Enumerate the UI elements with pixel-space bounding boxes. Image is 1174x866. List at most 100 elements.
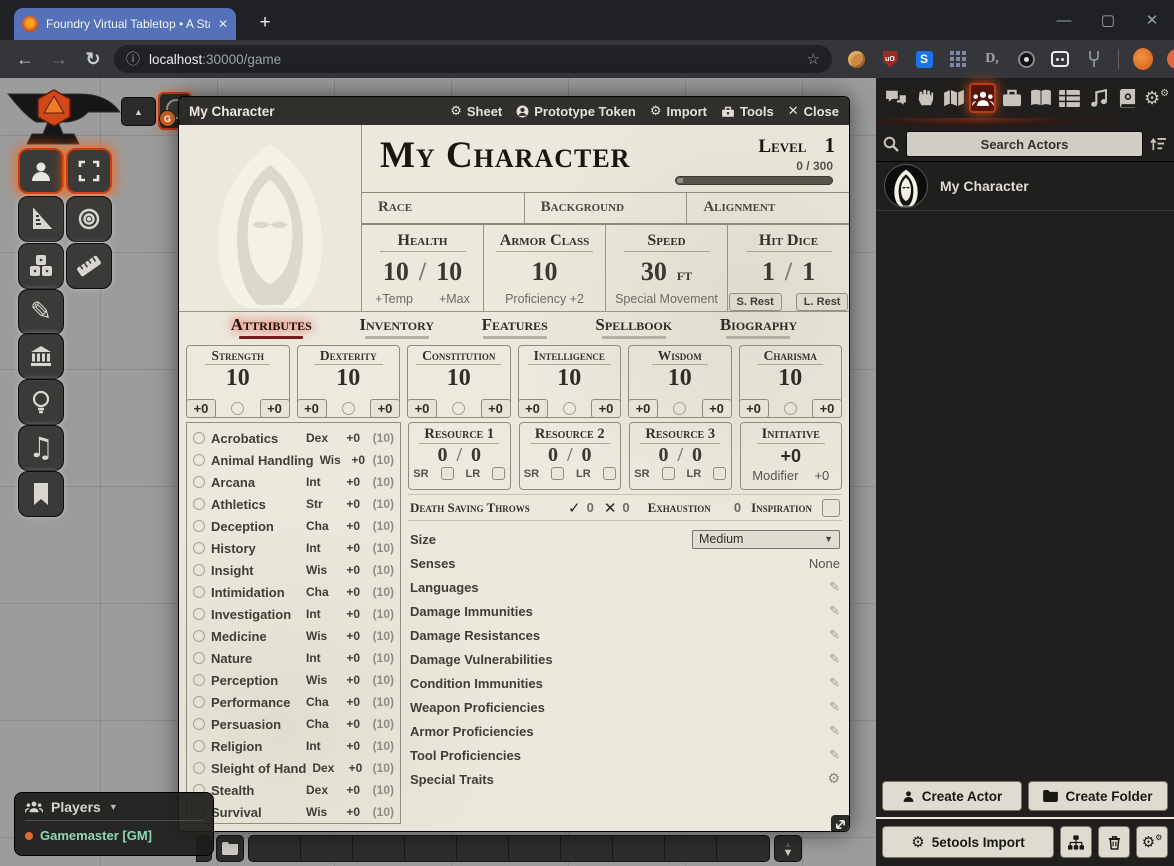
create-folder-button[interactable]: Create Folder [1028,781,1168,811]
skill-proficiency-radio[interactable] [193,564,205,576]
wall-controls-button[interactable] [18,333,64,379]
window-resize-handle[interactable] [831,815,849,832]
skill-proficiency-radio[interactable] [193,696,205,708]
resource-max[interactable]: 0 [692,444,702,466]
ability-name[interactable]: Wisdom [652,348,708,365]
skill-row[interactable]: History Int +0 (10) [193,537,394,559]
level-display[interactable]: Level1 [675,133,835,158]
save-proficiency-radio[interactable] [673,402,686,415]
save-proficiency-radio[interactable] [784,402,797,415]
select-tool-button[interactable] [66,148,112,194]
ability-save[interactable]: +0 [702,399,732,418]
skill-proficiency-radio[interactable] [193,432,205,444]
fork-extension-icon[interactable] [1084,49,1104,69]
alignment-field[interactable]: Alignment [687,193,849,223]
edit-icon[interactable]: ✎ [829,652,840,667]
resource-label[interactable]: Resource 2 [530,426,610,444]
sidebar-tab-journal[interactable] [1027,83,1054,113]
macro-folder-button[interactable] [216,835,244,862]
skill-row[interactable]: Survival Wis +0 (10) [193,801,394,823]
ability-modifier[interactable]: +0 [739,399,769,418]
hd-current[interactable]: 1 [762,257,775,287]
skill-proficiency-radio[interactable] [193,586,205,598]
death-failure-count[interactable]: 0 [622,500,629,515]
settings-button[interactable]: ⚙⚙ [1136,826,1168,858]
background-field[interactable]: Background [525,193,688,223]
lighting-controls-button[interactable] [18,379,64,425]
resource-label[interactable]: Resource 3 [640,426,720,444]
ability-name[interactable]: Dexterity [314,348,383,365]
macro-slot[interactable] [353,836,405,861]
measure-controls-button[interactable] [18,196,64,242]
skill-proficiency-radio[interactable] [193,542,205,554]
prototype-token-button[interactable]: Prototype Token [516,104,636,119]
ability-name[interactable]: Charisma [758,348,823,365]
skill-proficiency-radio[interactable] [193,520,205,532]
edit-icon[interactable]: ✎ [829,676,840,691]
skill-proficiency-radio[interactable] [193,740,205,752]
hotbar-page-control[interactable]: ▲ ▼ [774,835,802,862]
hp-temp-label[interactable]: +Temp [375,292,413,306]
skill-row[interactable]: Performance Cha +0 (10) [193,691,394,713]
window-titlebar[interactable]: My Character ⚙Sheet Prototype Token ⚙Imp… [179,97,849,125]
back-button[interactable]: ← [8,49,42,70]
ability-modifier[interactable]: +0 [297,399,327,418]
resource-value[interactable]: 0 [548,444,558,466]
edit-icon[interactable]: ✎ [829,748,840,763]
close-window-button[interactable]: ✕Close [788,104,839,119]
ability-save[interactable]: +0 [260,399,290,418]
death-success-count[interactable]: 0 [587,500,594,515]
macro-slot[interactable] [509,836,561,861]
ability-name[interactable]: Strength [205,348,270,365]
sort-icon[interactable] [1150,137,1167,152]
skill-proficiency-radio[interactable] [193,476,205,488]
resource-label[interactable]: Resource 1 [419,426,499,444]
edit-icon[interactable]: ✎ [829,700,840,715]
resource-max[interactable]: 0 [582,444,592,466]
macro-slot[interactable] [249,836,301,861]
edit-icon[interactable]: ✎ [829,724,840,739]
token-controls-button[interactable] [18,148,64,194]
sidebar-tab-tables[interactable] [1056,83,1083,113]
sidebar-tab-settings[interactable]: ⚙⚙ [1143,83,1170,113]
long-rest-button[interactable]: L. Rest [796,293,849,311]
forward-button[interactable]: → [42,49,76,70]
new-tab-button[interactable]: + [252,10,278,36]
macro-slot[interactable] [717,836,769,861]
macro-slots[interactable] [248,835,770,862]
browser-menu-icon[interactable]: ▲ [1167,49,1174,69]
darkreader-extension-icon[interactable]: D, [982,49,1002,69]
ability-modifier[interactable]: +0 [518,399,548,418]
ability-score[interactable]: 10 [668,365,692,391]
skill-row[interactable]: Religion Int +0 (10) [193,735,394,757]
ac-value[interactable]: 10 [532,257,558,287]
skill-proficiency-radio[interactable] [193,652,205,664]
macro-slot[interactable] [301,836,353,861]
ability-score[interactable]: 10 [778,365,802,391]
ability-save[interactable]: +0 [591,399,621,418]
tab-close-icon[interactable]: ✕ [218,17,228,31]
reload-button[interactable]: ↻ [76,49,110,70]
skill-row[interactable]: Intimidation Cha +0 (10) [193,581,394,603]
sound-controls-button[interactable]: ♫ [18,425,64,471]
window-minimize-button[interactable]: — [1042,0,1086,40]
character-portrait[interactable] [179,125,362,311]
skill-proficiency-radio[interactable] [193,718,205,730]
save-proficiency-radio[interactable] [342,402,355,415]
skill-proficiency-radio[interactable] [193,608,205,620]
macro-slot[interactable] [405,836,457,861]
sidebar-tab-actors[interactable] [969,83,996,113]
ability-score[interactable]: 10 [447,365,471,391]
skill-row[interactable]: Persuasion Cha +0 (10) [193,713,394,735]
hp-tempmax-label[interactable]: +Max [439,292,470,306]
size-select[interactable]: Medium▼ [692,530,840,549]
folder-depth-button[interactable] [1060,826,1092,858]
browser-tab[interactable]: Foundry Virtual Tabletop • A Stan ✕ [14,8,236,40]
ability-name[interactable]: Intelligence [528,348,611,365]
ability-score[interactable]: 10 [336,365,360,391]
speed-value[interactable]: 30 [641,257,667,287]
short-rest-button[interactable]: S. Rest [729,293,782,311]
tab-features[interactable]: Features [482,315,548,339]
sidebar-tab-scenes[interactable] [940,83,967,113]
players-header[interactable]: Players ▼ [25,799,203,821]
